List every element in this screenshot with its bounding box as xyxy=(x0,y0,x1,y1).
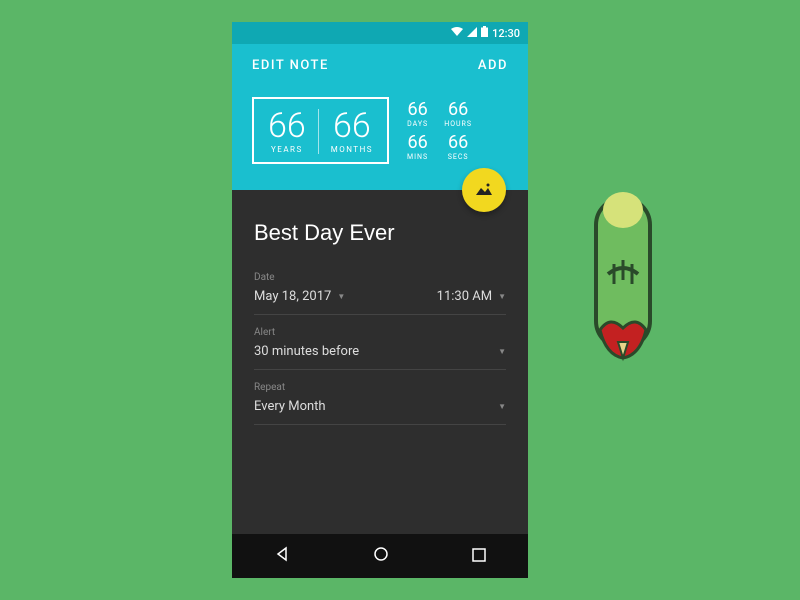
date-value: May 18, 2017 xyxy=(254,289,331,304)
repeat-field[interactable]: Repeat Every Month ▼ xyxy=(254,374,506,425)
chevron-down-icon: ▼ xyxy=(498,347,506,356)
note-title[interactable]: Best Day Ever xyxy=(254,220,506,246)
recent-icon[interactable] xyxy=(472,547,486,566)
add-button[interactable]: ADD xyxy=(478,58,508,73)
image-fab-button[interactable] xyxy=(462,168,506,212)
secs-value: 66 xyxy=(444,134,472,152)
zombie-finger-illustration xyxy=(590,180,656,366)
divider xyxy=(318,109,319,154)
hours-value: 66 xyxy=(444,101,472,119)
android-navbar xyxy=(232,534,528,578)
alert-value: 30 minutes before xyxy=(254,344,359,359)
date-label: Date xyxy=(254,272,506,283)
home-icon[interactable] xyxy=(373,546,389,566)
chevron-down-icon: ▼ xyxy=(337,292,345,301)
signal-icon xyxy=(467,27,477,40)
alert-label: Alert xyxy=(254,327,506,338)
edit-note-button[interactable]: EDIT NOTE xyxy=(252,58,329,73)
repeat-label: Repeat xyxy=(254,382,506,393)
chevron-down-icon: ▼ xyxy=(498,292,506,301)
days-label: DAYS xyxy=(407,120,428,128)
phone-frame: 12:30 EDIT NOTE ADD 66 YEARS 66 MONTHS 6… xyxy=(232,22,528,578)
years-label: YEARS xyxy=(268,145,306,154)
repeat-value: Every Month xyxy=(254,399,326,414)
secs-label: SECS xyxy=(444,153,472,161)
date-field[interactable]: Date May 18, 2017 ▼ 11:30 AM ▼ xyxy=(254,264,506,315)
alert-field[interactable]: Alert 30 minutes before ▼ xyxy=(254,319,506,370)
battery-icon xyxy=(481,26,488,40)
mins-label: MINS xyxy=(407,153,428,161)
hours-label: HOURS xyxy=(444,120,472,128)
image-icon xyxy=(475,181,493,200)
status-bar: 12:30 xyxy=(232,22,528,44)
wifi-icon xyxy=(451,27,463,40)
countdown-header: EDIT NOTE ADD 66 YEARS 66 MONTHS 66 DAYS xyxy=(232,44,528,190)
small-counters: 66 DAYS 66 HOURS 66 MINS 66 SECS xyxy=(407,97,472,164)
back-icon[interactable] xyxy=(274,546,290,566)
months-value: 66 xyxy=(331,109,373,143)
mins-value: 66 xyxy=(407,134,428,152)
chevron-down-icon: ▼ xyxy=(498,402,506,411)
months-label: MONTHS xyxy=(331,145,373,154)
years-months-box: 66 YEARS 66 MONTHS xyxy=(252,97,389,164)
days-value: 66 xyxy=(407,101,428,119)
years-value: 66 xyxy=(268,109,306,143)
time-value: 11:30 AM xyxy=(437,289,492,304)
note-form: Best Day Ever Date May 18, 2017 ▼ 11:30 … xyxy=(232,190,528,534)
status-time: 12:30 xyxy=(492,27,520,40)
